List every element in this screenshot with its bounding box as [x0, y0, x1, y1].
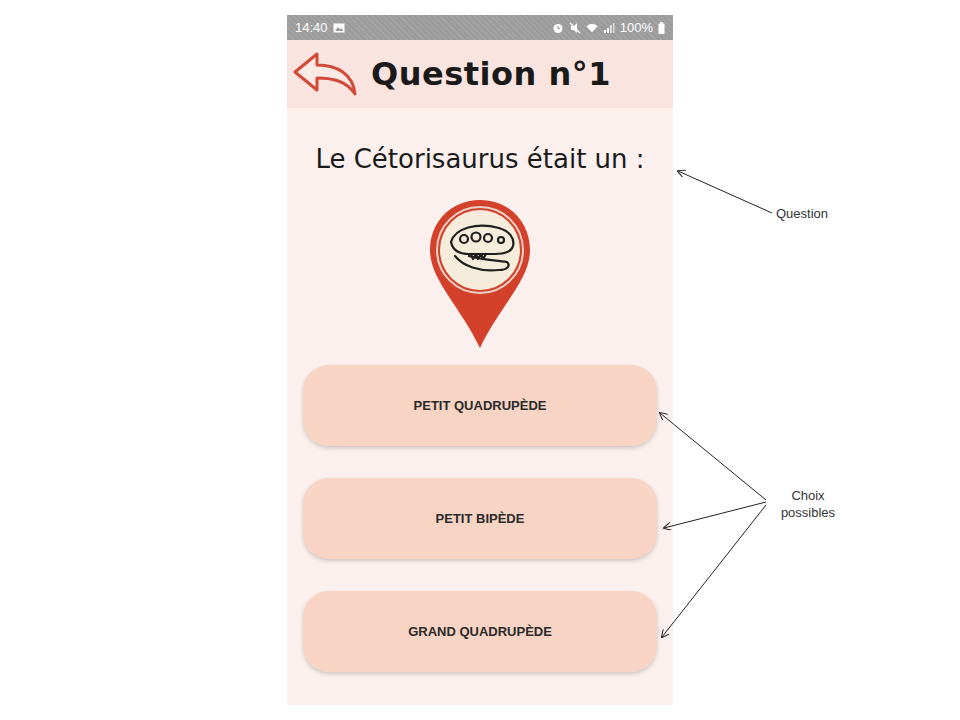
status-time: 14:40 [295, 20, 328, 35]
signal-icon [603, 22, 615, 34]
phone-screen: 14:40 100% Question n°1 Le Cétorisaurus éta… [287, 15, 673, 705]
choice-list: PETIT QUADRUPÈDE PETIT BIPÈDE GRAND QUADRU… [303, 365, 657, 672]
annotation-arrows [0, 0, 960, 720]
back-arrow-icon[interactable] [291, 50, 361, 98]
alarm-icon [552, 22, 564, 34]
status-bar: 14:40 100% [287, 15, 673, 40]
wifi-icon [586, 22, 598, 34]
battery-level: 100% [620, 20, 653, 35]
gallery-icon [333, 22, 345, 34]
question-text: Le Cétorisaurus était un : [315, 144, 644, 174]
question-body: Le Cétorisaurus était un : PETIT QUADRUPÈ… [287, 108, 673, 705]
battery-icon [658, 22, 665, 34]
header-title: Question n°1 [371, 55, 611, 93]
app-header: Question n°1 [287, 40, 673, 108]
choice-button[interactable]: GRAND QUADRUPÈDE [303, 591, 657, 672]
choice-button[interactable]: PETIT BIPÈDE [303, 478, 657, 559]
mockup-page: 14:40 100% Question n°1 Le Cétorisaurus éta… [0, 0, 960, 720]
mute-icon [569, 22, 581, 34]
annotation-label: Choix possibles [770, 487, 846, 521]
choice-button[interactable]: PETIT QUADRUPÈDE [303, 365, 657, 446]
annotation-label: Question [776, 206, 828, 221]
dinosaur-pin-icon [425, 196, 535, 351]
